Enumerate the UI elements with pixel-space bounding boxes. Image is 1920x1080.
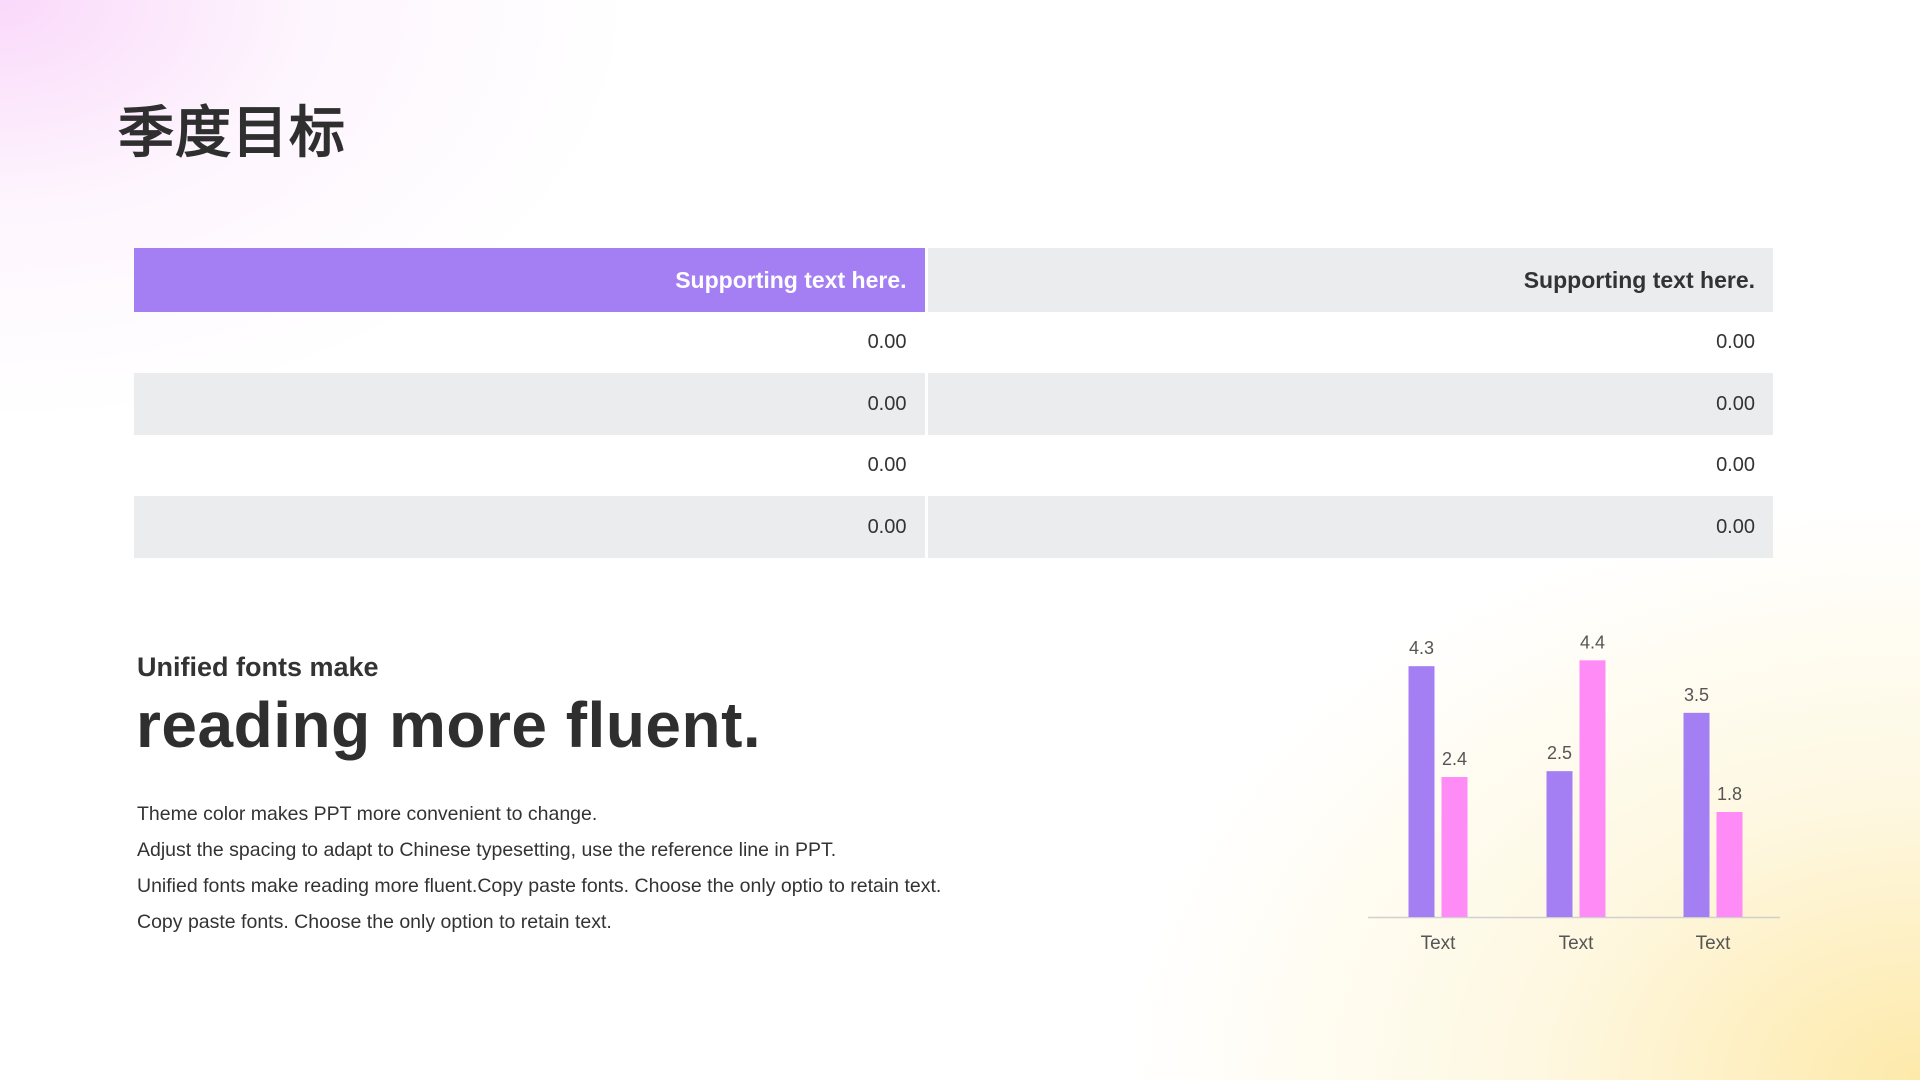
- x-tick-label: Text: [1559, 933, 1595, 954]
- body-text: Theme color makes PPT more convenient to…: [137, 796, 941, 940]
- bar-data-label: 3.5: [1684, 685, 1709, 705]
- x-tick-label: Text: [1696, 933, 1732, 954]
- bar-data-label: 2.5: [1547, 743, 1572, 763]
- table-cell: 0.00: [1716, 331, 1755, 353]
- table-cell: 0.00: [926, 496, 1773, 558]
- chart-bar: [1441, 777, 1468, 917]
- bar-data-label: 1.8: [1717, 784, 1742, 804]
- section-headline: reading more fluent.: [136, 689, 762, 761]
- chart-bar: [1579, 660, 1606, 917]
- table-row: 0.00 0.00: [134, 312, 1773, 373]
- table-header-cell: Supporting text here.: [926, 248, 1773, 312]
- bar-data-label: 2.4: [1442, 749, 1467, 769]
- table-row: 0.00 0.00: [134, 496, 1773, 558]
- table-cell: 0.00: [134, 312, 928, 373]
- body-line: Adjust the spacing to adapt to Chinese t…: [137, 839, 837, 861]
- bar-data-label: 4.4: [1580, 632, 1605, 652]
- body-line: Copy paste fonts. Choose the only option…: [137, 911, 612, 933]
- table-cell: 0.00: [926, 373, 1773, 435]
- table-cell: 0.00: [134, 496, 928, 558]
- table-cell: 0.00: [134, 373, 928, 435]
- data-table: Supporting text here. Supporting text he…: [134, 248, 1773, 558]
- body-line: Unified fonts make reading more fluent.C…: [137, 875, 942, 897]
- table-header-cell: Supporting text here.: [134, 248, 928, 312]
- table-row: 0.00 0.00: [134, 373, 1773, 435]
- table-cell: 0.00: [1716, 454, 1755, 476]
- table-cell: 0.00: [134, 435, 928, 496]
- body-line: Theme color makes PPT more convenient to…: [137, 803, 598, 825]
- chart-bar: [1716, 812, 1743, 917]
- chart-bar: [1408, 666, 1435, 917]
- chart-bar: [1546, 771, 1573, 917]
- bar-data-label: 4.3: [1409, 638, 1434, 658]
- table-row: 0.00 0.00: [134, 435, 1773, 496]
- page-title: 季度目标: [118, 101, 346, 166]
- bar-chart: 4.3 2.4 Text 2.5 4.4 Text 3.5 1.8 Text: [1368, 632, 1780, 954]
- table-header-row: Supporting text here. Supporting text he…: [134, 248, 1773, 312]
- chart-bar: [1683, 712, 1710, 917]
- x-tick-label: Text: [1421, 933, 1457, 954]
- section-subtitle: Unified fonts make: [137, 652, 379, 682]
